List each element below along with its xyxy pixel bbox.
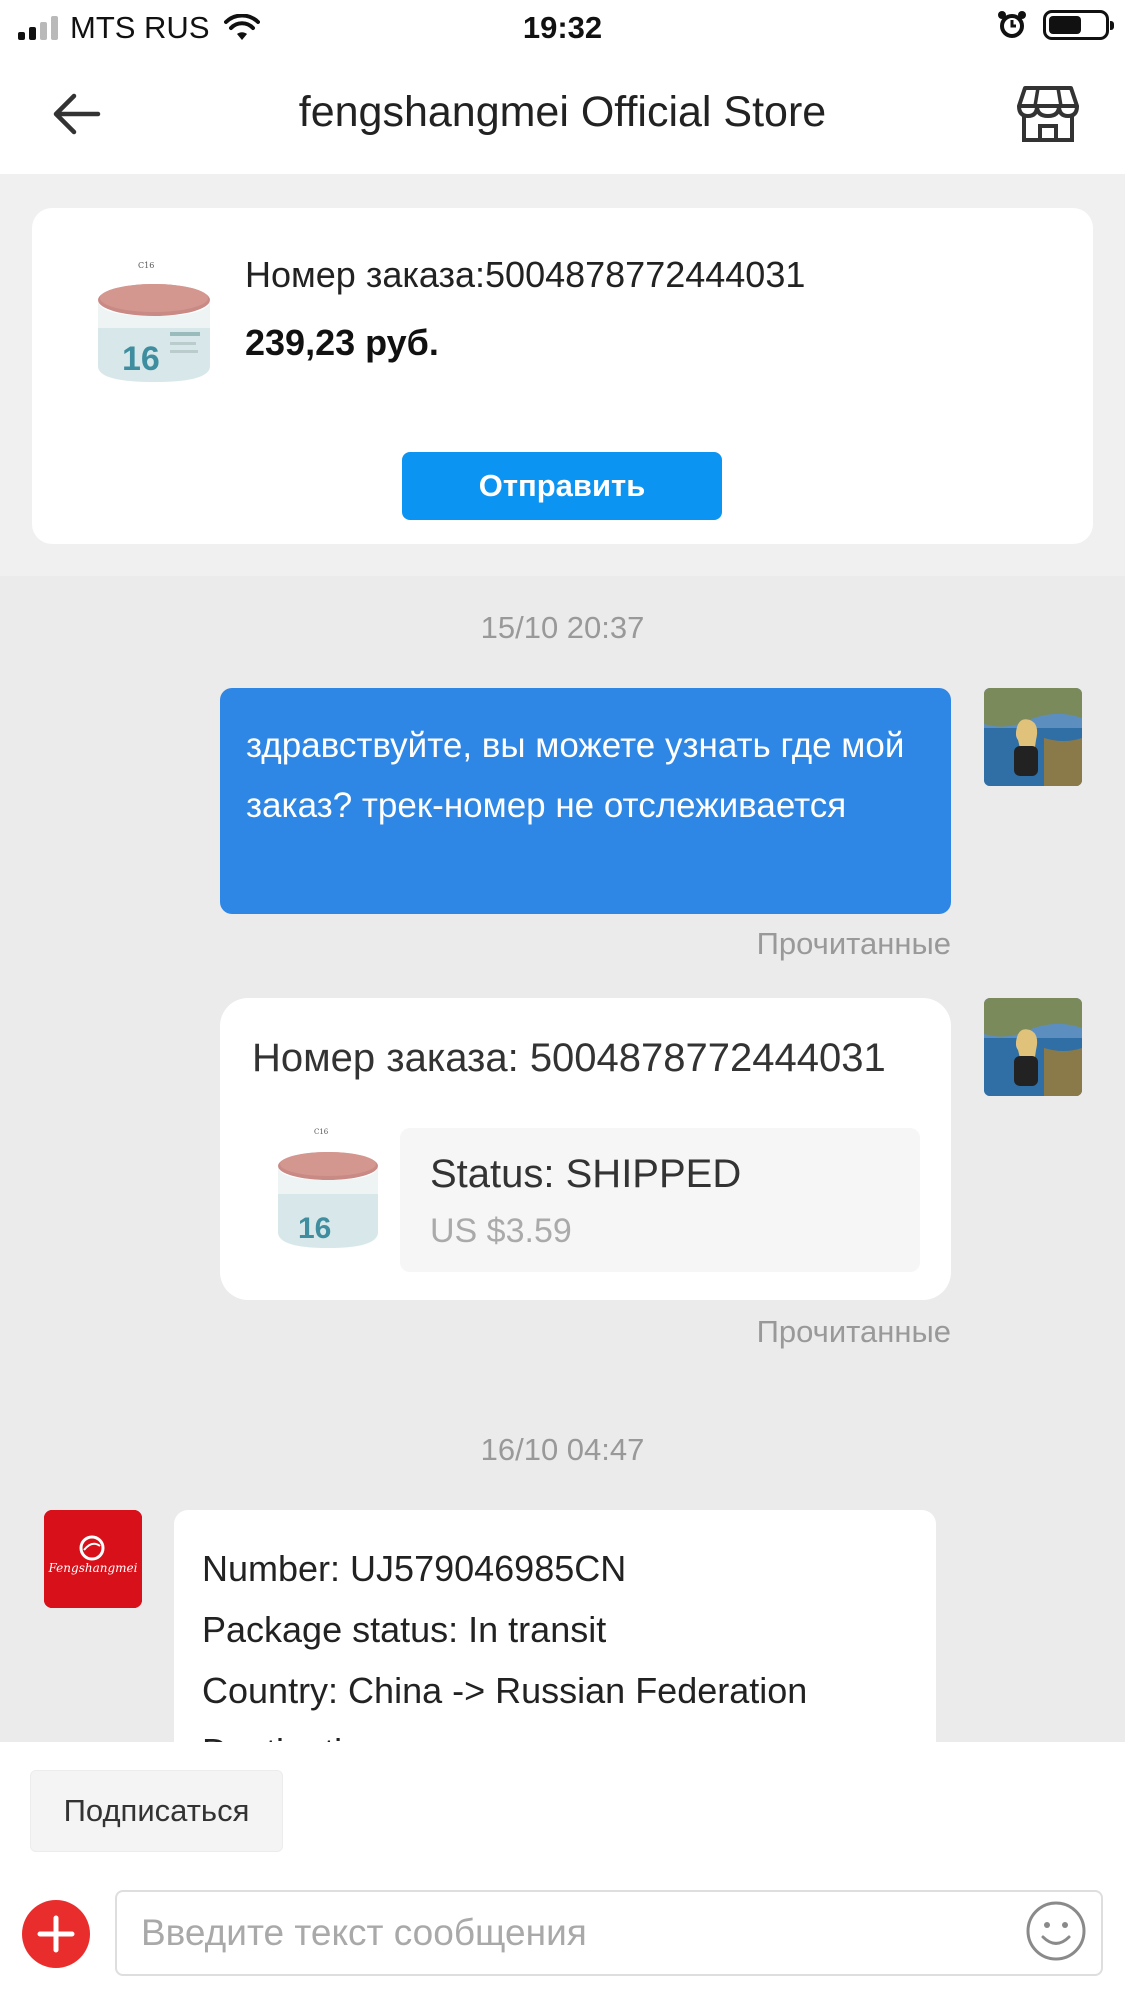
route-country: Country: China -> Russian Federation: [202, 1670, 808, 1711]
order-product-thumbnail: C16 16: [278, 1128, 378, 1248]
read-receipt: Прочитанные: [756, 926, 951, 961]
add-attachment-button[interactable]: [22, 1900, 90, 1968]
timestamp: 15/10 20:37: [480, 610, 645, 645]
order-card: C16 16 Номер заказа:5004878772444031 239…: [32, 208, 1093, 544]
status-right: [997, 10, 1114, 40]
svg-text:C16: C16: [314, 1128, 329, 1136]
chat-area[interactable]: 15/10 20:37 здравствуйте, вы можете узна…: [0, 576, 1125, 1742]
destination: Destination:: [202, 1721, 908, 1742]
store-avatar[interactable]: Fengshangmei: [44, 1510, 142, 1608]
alarm-icon: [998, 11, 1026, 38]
back-arrow-icon[interactable]: [48, 86, 106, 142]
smiley-icon[interactable]: [1025, 1900, 1087, 1962]
user-avatar[interactable]: [984, 688, 1082, 786]
subscribe-button[interactable]: Подписаться: [30, 1770, 283, 1852]
status-bar: MTS RUS 19:32: [0, 0, 1125, 56]
page-title: fengshangmei Official Store: [298, 88, 827, 136]
composer-bar: Подписаться: [0, 1742, 1125, 2000]
read-receipt: Прочитанные: [756, 1314, 951, 1349]
tracking-number: Number: UJ579046985CN: [202, 1548, 627, 1589]
svg-text:16: 16: [122, 340, 160, 378]
order-message-title: Номер заказа: 5004878772444031: [252, 1036, 886, 1080]
order-message-card[interactable]: Номер заказа: 5004878772444031 C16 16 St…: [220, 998, 951, 1300]
timestamp: 16/10 04:47: [480, 1432, 645, 1467]
plus-icon: [37, 1915, 75, 1953]
order-number: Номер заказа:5004878772444031: [245, 254, 806, 295]
package-status: Package status: In transit: [202, 1609, 607, 1650]
order-message-price: US $3.59: [430, 1212, 572, 1250]
nav-bar: fengshangmei Official Store: [0, 56, 1125, 174]
outgoing-message[interactable]: здравствуйте, вы можете узнать где мой з…: [220, 688, 951, 914]
battery-icon: [1043, 10, 1114, 40]
svg-text:16: 16: [298, 1212, 331, 1245]
store-logo-text: Fengshangmei: [48, 1561, 138, 1575]
order-price: 239,23 руб.: [245, 322, 439, 363]
store-icon[interactable]: [1015, 84, 1081, 144]
clock: 19:32: [522, 10, 603, 45]
svg-text:C16: C16: [138, 261, 154, 270]
order-panel: C16 16 Номер заказа:5004878772444031 239…: [0, 174, 1125, 576]
user-avatar[interactable]: [984, 998, 1082, 1096]
incoming-message[interactable]: Number: UJ579046985CN Package status: In…: [174, 1510, 936, 1742]
battery-level: [1049, 16, 1082, 34]
order-status-box: Status: SHIPPED US $3.59: [400, 1128, 920, 1272]
send-order-button[interactable]: Отправить: [402, 452, 722, 520]
message-input[interactable]: [115, 1890, 1103, 1976]
order-status: Status: SHIPPED: [430, 1152, 742, 1196]
product-thumbnail[interactable]: C16 16: [80, 248, 232, 400]
